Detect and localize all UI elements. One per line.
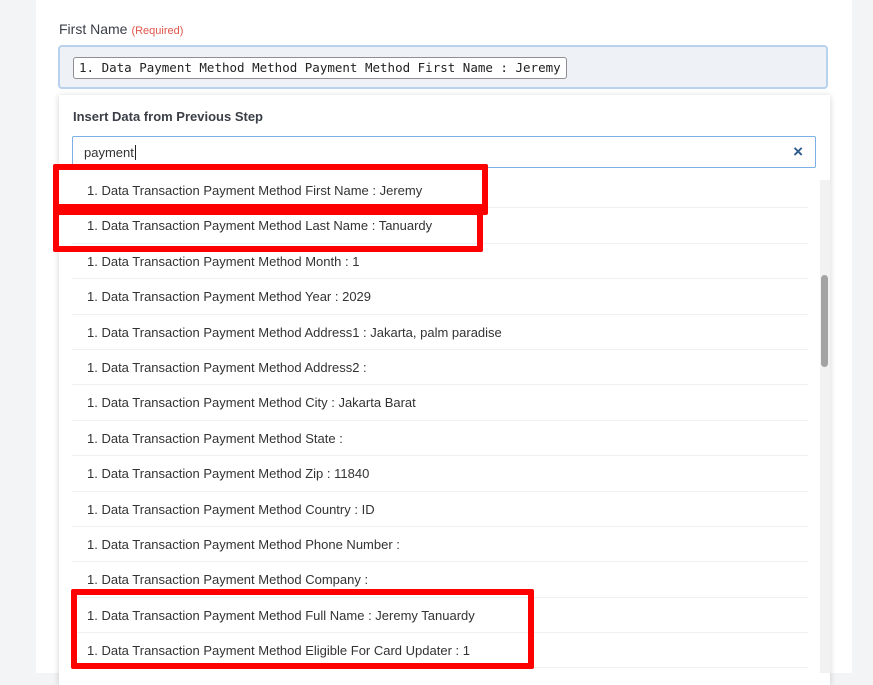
first-name-label: First Name (Required) <box>59 21 183 37</box>
list-item[interactable]: 1. Data Transaction Payment Method Count… <box>72 492 808 527</box>
list-item[interactable]: 1. Data Transaction Payment Method Eligi… <box>72 633 808 669</box>
search-input[interactable]: payment × <box>72 136 816 168</box>
list-item[interactable]: 1. Data Transaction Payment Method Full … <box>72 598 808 634</box>
field-label-text: First Name <box>59 21 128 37</box>
list-item[interactable]: 1. Data Transaction Payment Method State… <box>72 421 808 457</box>
list-item[interactable]: 1. Data Transaction Payment Method First… <box>72 173 808 209</box>
list-item[interactable]: 1. Data Transaction Payment Method Zip :… <box>72 456 808 492</box>
list-item[interactable]: 1. Data Transaction Payment Method City … <box>72 385 808 421</box>
list-item[interactable]: 1. Data Transaction Payment Method Compa… <box>72 562 808 598</box>
data-options-list: 1. Data Transaction Payment Method First… <box>72 173 808 669</box>
insert-data-dropdown: Insert Data from Previous Step payment ×… <box>59 95 830 685</box>
close-icon[interactable]: × <box>793 142 803 162</box>
list-item[interactable]: 1. Data Transaction Payment Method Last … <box>72 208 808 244</box>
list-item[interactable]: 1. Data Transaction Payment Method Phone… <box>72 527 808 563</box>
dropdown-scrollbar[interactable] <box>820 180 830 673</box>
data-token-chip[interactable]: 1. Data Payment Method Method Payment Me… <box>73 57 567 79</box>
search-input-value: payment <box>84 145 134 160</box>
first-name-field[interactable]: 1. Data Payment Method Method Payment Me… <box>58 45 828 89</box>
dropdown-title: Insert Data from Previous Step <box>73 109 263 124</box>
list-item[interactable]: 1. Data Transaction Payment Method Addre… <box>72 350 808 386</box>
list-item[interactable]: 1. Data Transaction Payment Method Year … <box>72 279 808 315</box>
text-caret <box>134 145 136 160</box>
required-marker: (Required) <box>131 25 184 37</box>
list-item[interactable]: 1. Data Transaction Payment Method Month… <box>72 244 808 280</box>
list-item[interactable]: 1. Data Transaction Payment Method Addre… <box>72 315 808 350</box>
scrollbar-thumb[interactable] <box>821 275 828 367</box>
